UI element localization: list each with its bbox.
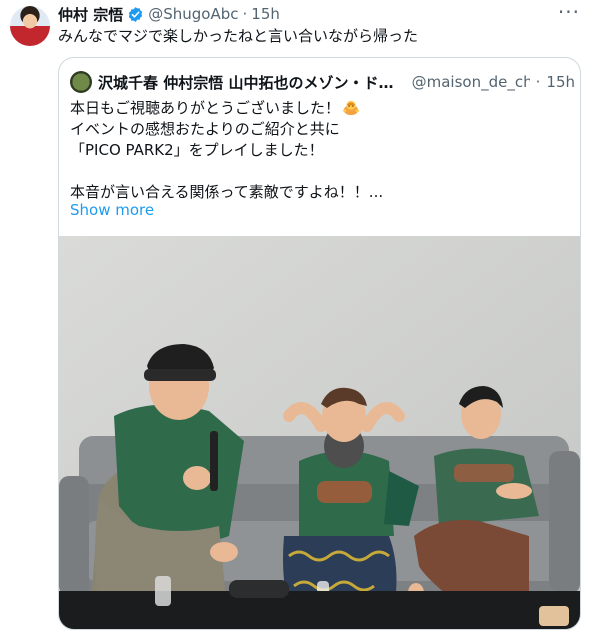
quoted-handle[interactable]: @maison_de_chac [412,73,530,91]
quoted-photo[interactable] [59,236,580,629]
photo-three-men-on-sofa [59,236,580,629]
tweet: 仲村 宗悟 @ShugoAbc · 15h ··· みんなでマジで楽しかったねと… [0,0,594,640]
quoted-text-line-5: 本音が言い合える関係って素敵ですよね！！... [70,183,384,201]
quoted-separator-dot: · [535,73,541,91]
more-dots-icon[interactable]: ··· [558,2,580,22]
timestamp[interactable]: 15h [251,5,280,23]
tweet-header: 仲村 宗悟 @ShugoAbc · 15h [58,4,280,24]
handle[interactable]: @ShugoAbc [148,5,238,23]
quoted-display-name[interactable]: 沢城千春 仲村宗悟 山中拓也のメゾン・ド・カ [98,72,406,93]
tweet-text: みんなでマジで楽しかったねと言い合いながら帰った [58,27,419,45]
show-more-link[interactable]: Show more [70,201,154,219]
quoted-text-line-3: 「PICO PARK2」をプレイしました！ [70,141,324,159]
separator-dot: · [242,5,248,23]
quoted-text-line-4 [70,161,383,182]
quoted-tweet[interactable]: 沢城千春 仲村宗悟 山中拓也のメゾン・ド・カ @maison_de_chac ·… [58,57,581,630]
display-name[interactable]: 仲村 宗悟 [58,4,123,25]
verified-badge-icon [129,6,143,22]
quoted-tweet-text: 本日もご視聴ありがとうございました！ イベントの感想おたよりのご紹介と共に 「P… [70,98,383,203]
quoted-text-line: 本日もご視聴ありがとうございました！ [70,98,383,119]
quoted-text-line-1: 本日もご視聴ありがとうございました！ [70,99,341,117]
quoted-timestamp[interactable]: 15h [546,73,575,91]
bowing-person-emoji [342,100,360,116]
quoted-avatar[interactable] [70,71,92,93]
quoted-text-line-2: イベントの感想おたよりのご紹介と共に [70,120,340,138]
avatar[interactable] [10,6,50,46]
quoted-tweet-header: 沢城千春 仲村宗悟 山中拓也のメゾン・ド・カ @maison_de_chac ·… [70,71,575,93]
